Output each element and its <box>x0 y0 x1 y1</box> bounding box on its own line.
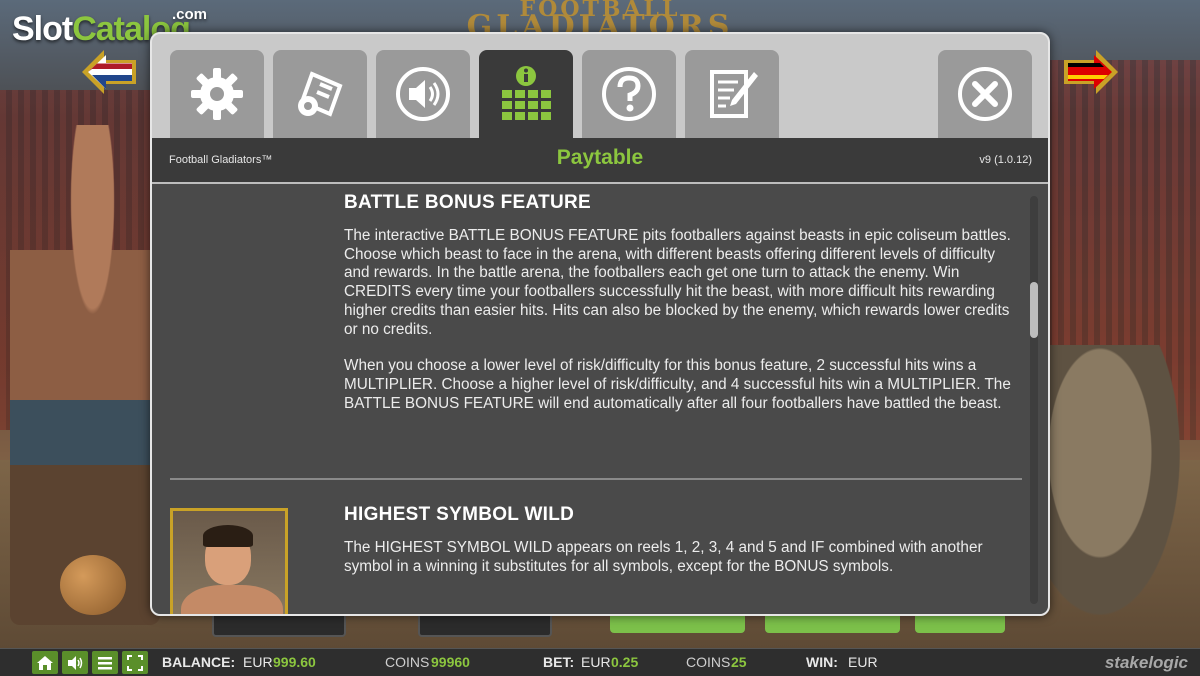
notes-icon <box>710 70 758 118</box>
section-heading: HIGHEST SYMBOL WILD <box>344 504 575 525</box>
wild-symbol-image <box>170 508 288 614</box>
dutch-flag-arrow-icon[interactable] <box>80 48 138 96</box>
battle-bonus-section: BATTLE BONUS FEATURE The interactive BAT… <box>344 192 1024 413</box>
watermark-slot: Slot <box>12 10 73 48</box>
help-icon <box>602 67 656 121</box>
settings-ticket-icon <box>298 71 343 117</box>
symbol-body <box>181 585 283 614</box>
section-paragraph: The interactive BATTLE BONUS FEATURE pit… <box>344 227 1011 338</box>
tab-sound[interactable] <box>376 50 470 138</box>
balance-coins-label: COINS <box>385 654 430 670</box>
close-icon <box>958 67 1012 121</box>
scrollbar[interactable] <box>1030 196 1038 604</box>
bet-currency: EUR <box>581 654 611 670</box>
menu-icon <box>98 656 112 669</box>
bet-label: BET: <box>543 654 575 670</box>
win-currency: EUR <box>848 654 878 670</box>
balance-value: 999.60 <box>273 654 316 670</box>
highest-symbol-wild-section: HIGHEST SYMBOL WILD The HIGHEST SYMBOL W… <box>344 504 1024 576</box>
section-paragraph: When you choose a lower level of risk/di… <box>344 357 1011 412</box>
fullscreen-button[interactable] <box>122 651 148 674</box>
german-flag-arrow-icon[interactable] <box>1062 48 1120 96</box>
sound-icon <box>68 655 83 670</box>
paytable-content[interactable]: BATTLE BONUS FEATURE The interactive BAT… <box>152 184 1048 614</box>
section-divider <box>170 478 1022 480</box>
watermark-com: .com <box>172 6 208 23</box>
home-icon <box>37 655 53 670</box>
tab-settings[interactable] <box>170 50 264 138</box>
menu-button[interactable] <box>92 651 118 674</box>
paytable-dialog: Football Gladiators™ Paytable v9 (1.0.12… <box>150 32 1050 616</box>
close-button[interactable] <box>938 50 1032 138</box>
version-label: v9 (1.0.12) <box>979 154 1032 166</box>
bet-coins-label: COINS <box>686 654 731 670</box>
section-heading: BATTLE BONUS FEATURE <box>344 192 592 213</box>
sound-button[interactable] <box>62 651 88 674</box>
tab-help[interactable] <box>582 50 676 138</box>
symbol-hair <box>203 525 253 547</box>
balance-coins-value: 99960 <box>431 654 470 670</box>
tab-bar <box>152 34 1048 138</box>
page-title: Paytable <box>556 146 644 169</box>
tab-game-rules[interactable] <box>685 50 779 138</box>
game-title-logo: FOOTBALL GLADIATORS <box>440 0 760 42</box>
fullscreen-icon <box>127 654 143 671</box>
dialog-header: Football Gladiators™ Paytable v9 (1.0.12… <box>152 138 1048 184</box>
home-button[interactable] <box>32 651 58 674</box>
speaker-icon <box>396 67 450 121</box>
paytable-icon <box>502 66 551 120</box>
section-paragraph: The HIGHEST SYMBOL WILD appears on reels… <box>344 539 983 575</box>
win-label: WIN: <box>806 654 838 670</box>
balance-currency: EUR <box>243 654 273 670</box>
bet-coins-value: 25 <box>731 654 747 670</box>
scrollbar-thumb[interactable] <box>1030 282 1038 338</box>
bet-value: 0.25 <box>611 654 639 670</box>
tab-paytable[interactable] <box>479 50 573 138</box>
balance-label: BALANCE: <box>162 654 236 670</box>
stakelogic-logo: stakelogic <box>1104 653 1188 672</box>
football-ball <box>60 555 126 615</box>
tab-autoplay-settings[interactable] <box>273 50 367 138</box>
status-bar: BALANCE: EUR 999.60 COINS 99960 BET: EUR… <box>0 648 1200 676</box>
gear-icon <box>191 68 243 120</box>
gladiator-figure <box>10 125 160 625</box>
